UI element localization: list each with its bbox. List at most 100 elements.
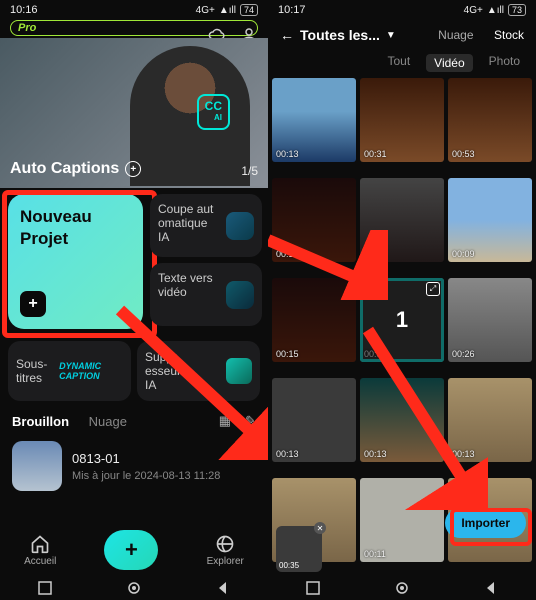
selection-tray: ✕ 00:35 bbox=[276, 526, 322, 572]
media-cell-selected[interactable]: ⤢ 1 00:35 bbox=[360, 278, 444, 362]
back-arrow-icon: ← bbox=[280, 27, 294, 43]
duration: 00:13 bbox=[364, 449, 387, 459]
project-updated: Mis à jour le 2024-08-13 11:28 bbox=[72, 470, 220, 482]
bottom-nav: Accueil + Explorer bbox=[0, 522, 268, 574]
subtab-all[interactable]: Tout bbox=[387, 54, 410, 72]
tile-ttv-label: Texte vers vidéo bbox=[158, 271, 213, 299]
media-grid: 00:13 00:31 00:53 00:16 00:41 00:09 00:1… bbox=[268, 78, 536, 574]
media-cell[interactable]: 00:13 bbox=[360, 378, 444, 462]
sys-back-icon[interactable] bbox=[215, 580, 231, 596]
hero-banner[interactable]: CC AI Auto Captions + 1/5 bbox=[0, 38, 268, 188]
media-cell[interactable]: 00:11 bbox=[360, 478, 444, 562]
hero-title-row: Auto Captions + bbox=[10, 160, 141, 178]
hero-title: Auto Captions bbox=[10, 160, 119, 178]
nav-home[interactable]: Accueil bbox=[24, 534, 56, 567]
tab-brouillon[interactable]: Brouillon bbox=[12, 414, 69, 429]
project-meta: 0813-01 Mis à jour le 2024-08-13 11:28 bbox=[72, 451, 220, 482]
cc-text: CC bbox=[205, 99, 222, 113]
tray-duration: 00:35 bbox=[279, 561, 299, 570]
dynamic-caption-badge: DYNAMIC CAPTION bbox=[59, 361, 123, 381]
remove-icon[interactable]: ✕ bbox=[314, 522, 326, 534]
battery-icon: 74 bbox=[240, 4, 258, 16]
plus-circle-icon[interactable]: + bbox=[125, 161, 141, 177]
sys-back-icon[interactable] bbox=[483, 580, 499, 596]
sys-home-icon[interactable] bbox=[394, 580, 410, 596]
expand-icon[interactable]: ⤢ bbox=[426, 282, 440, 296]
projects-tabs: Brouillon Nuage ▦ ✎ bbox=[0, 401, 268, 435]
sys-recent-icon[interactable] bbox=[305, 580, 321, 596]
tiles-row2: Sous-titres DYNAMIC CAPTION Suppr esseur… bbox=[0, 341, 268, 401]
tabs-left: Brouillon Nuage bbox=[12, 414, 143, 429]
text-video-icon bbox=[226, 281, 254, 309]
tile-autocut-label: Coupe aut omatique IA bbox=[158, 202, 213, 244]
project-item[interactable]: 0813-01 Mis à jour le 2024-08-13 11:28 bbox=[0, 435, 268, 497]
plus-icon: + bbox=[20, 291, 46, 317]
picker-header: ← Toutes les... ▼ Nuage Stock bbox=[268, 18, 536, 52]
subtab-photo[interactable]: Photo bbox=[489, 54, 520, 72]
new-project-l2: Projet bbox=[20, 228, 131, 250]
new-project-l1: Nouveau bbox=[20, 206, 131, 228]
status-net-r: 4G+ bbox=[464, 5, 483, 16]
eraser-icon bbox=[226, 358, 252, 384]
duration: 00:26 bbox=[452, 349, 475, 359]
tile-subtitles[interactable]: Sous-titres DYNAMIC CAPTION bbox=[8, 341, 131, 401]
tab-stock[interactable]: Stock bbox=[494, 28, 524, 42]
status-bar-r: 10:17 4G+ ▲ıll 73 bbox=[268, 0, 536, 18]
tab-nuage[interactable]: Nuage bbox=[89, 414, 127, 429]
source-tabs: Nuage Stock bbox=[422, 26, 524, 44]
nav-explore-label: Explorer bbox=[207, 556, 244, 567]
tab-cloud[interactable]: Nuage bbox=[438, 28, 473, 42]
tile-eraser[interactable]: Suppr esseur IA bbox=[137, 341, 260, 401]
screen-left: 10:16 4G+ ▲ıll 74 Pro CC AI Auto Caption… bbox=[0, 0, 268, 600]
album-dropdown[interactable]: ← Toutes les... ▼ bbox=[280, 27, 396, 43]
media-cell[interactable]: 00:16 bbox=[272, 178, 356, 262]
small-tiles: Coupe aut omatique IA Texte vers vidéo bbox=[150, 194, 262, 326]
tile-subtitles-label: Sous-titres bbox=[16, 357, 59, 385]
screen-right: 10:17 4G+ ▲ıll 73 ← Toutes les... ▼ Nuag… bbox=[268, 0, 536, 600]
subtab-video[interactable]: Vidéo bbox=[426, 54, 472, 72]
status-time: 10:16 bbox=[10, 4, 38, 16]
import-button[interactable]: Importer bbox=[445, 508, 526, 538]
signal-icon: ▲ıll bbox=[219, 5, 236, 16]
media-cell[interactable]: 00:13 bbox=[448, 378, 532, 462]
sys-home-icon[interactable] bbox=[126, 580, 142, 596]
new-project-tile[interactable]: Nouveau Projet + bbox=[8, 194, 143, 329]
duration: 00:13 bbox=[276, 149, 299, 159]
media-cell[interactable]: 00:26 bbox=[448, 278, 532, 362]
duration: 00:41 bbox=[364, 249, 387, 259]
duration: 00:31 bbox=[364, 149, 387, 159]
chevron-down-icon: ▼ bbox=[386, 30, 396, 41]
ai-text: AI bbox=[205, 112, 222, 124]
hero-image bbox=[130, 46, 250, 186]
fab-add[interactable]: + bbox=[104, 530, 158, 570]
system-nav bbox=[0, 574, 268, 600]
project-thumb bbox=[12, 441, 62, 491]
sys-recent-icon[interactable] bbox=[37, 580, 53, 596]
media-cell[interactable]: 00:31 bbox=[360, 78, 444, 162]
cc-ai-badge: CC AI bbox=[197, 94, 230, 130]
tile-autocut[interactable]: Coupe aut omatique IA bbox=[150, 194, 262, 257]
media-cell[interactable]: 00:53 bbox=[448, 78, 532, 162]
tile-text-to-video[interactable]: Texte vers vidéo bbox=[150, 263, 262, 326]
media-cell[interactable]: 00:41 bbox=[360, 178, 444, 262]
media-cell[interactable]: 00:13 bbox=[272, 78, 356, 162]
duration: 00:13 bbox=[276, 449, 299, 459]
nav-home-label: Accueil bbox=[24, 556, 56, 567]
media-cell[interactable]: 00:09 bbox=[448, 178, 532, 262]
selection-number: 1 bbox=[396, 307, 408, 333]
status-right: 4G+ ▲ıll 74 bbox=[196, 4, 258, 16]
media-cell[interactable]: 00:13 bbox=[272, 378, 356, 462]
duration: 00:16 bbox=[276, 249, 299, 259]
signal-icon-r: ▲ıll bbox=[487, 5, 504, 16]
status-net-icon: 4G+ bbox=[196, 5, 215, 16]
tray-thumb[interactable]: ✕ 00:35 bbox=[276, 526, 322, 572]
nav-explore[interactable]: Explorer bbox=[207, 534, 244, 567]
duration: 00:11 bbox=[364, 549, 386, 559]
edit-icon[interactable]: ✎ bbox=[245, 413, 256, 429]
duration: 00:15 bbox=[276, 349, 299, 359]
media-cell[interactable]: 00:15 bbox=[272, 278, 356, 362]
duration: 00:13 bbox=[452, 449, 475, 459]
status-bar: 10:16 4G+ ▲ıll 74 bbox=[0, 0, 268, 18]
grid-icon[interactable]: ▦ bbox=[219, 413, 231, 429]
status-right-r: 4G+ ▲ıll 73 bbox=[464, 4, 526, 16]
